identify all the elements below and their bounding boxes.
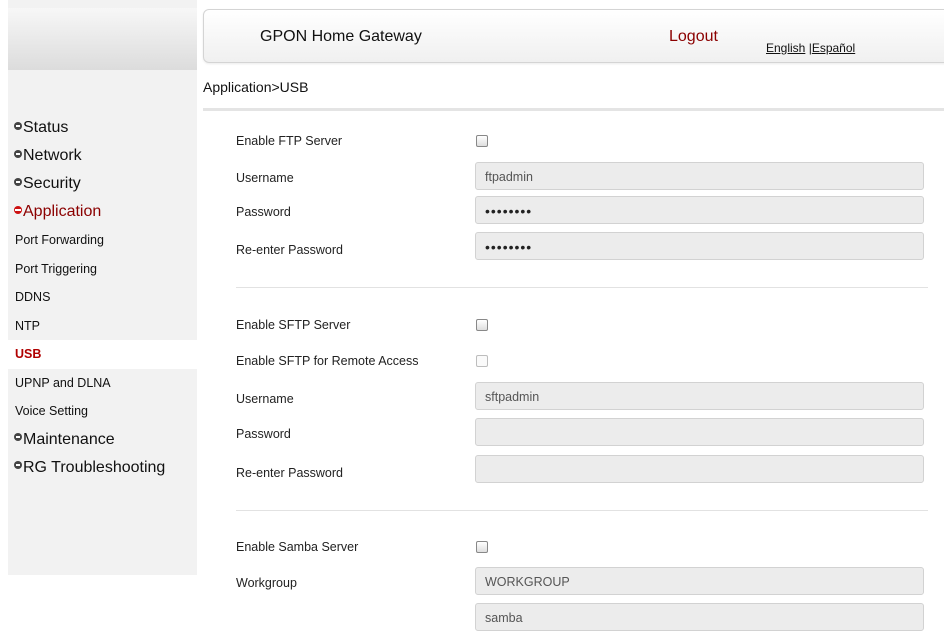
expand-plus-icon — [14, 149, 22, 158]
sftp-remote-checkbox[interactable] — [476, 355, 488, 367]
ftp-password-row: Password •••••••• — [236, 196, 944, 226]
nav-status[interactable]: Status — [8, 114, 197, 142]
lang-english-link[interactable]: English — [766, 41, 805, 55]
collapse-minus-icon — [14, 205, 22, 214]
ftp-username-row: Username ftpadmin — [236, 162, 944, 192]
ftp-username-label: Username — [236, 171, 294, 185]
lang-spanish-link[interactable]: Español — [812, 41, 855, 55]
nav-status-label: Status — [23, 119, 69, 136]
sftp-password-field[interactable] — [475, 418, 924, 446]
ftp-reenter-row: Re-enter Password •••••••• — [236, 232, 944, 262]
nav-voice-setting[interactable]: Voice Setting — [8, 397, 197, 426]
nav-security[interactable]: Security — [8, 170, 197, 198]
nav-usb[interactable]: USB — [8, 340, 197, 369]
expand-plus-icon — [14, 121, 22, 130]
samba-workgroup-field[interactable]: WORKGROUP — [475, 567, 924, 595]
section-divider — [236, 510, 928, 511]
nav-port-triggering[interactable]: Port Triggering — [8, 255, 197, 284]
expand-plus-icon — [14, 433, 22, 442]
sftp-enable-row: Enable SFTP Server — [236, 310, 944, 340]
nav-ddns[interactable]: DDNS — [8, 283, 197, 312]
samba-enable-row: Enable Samba Server — [236, 532, 944, 562]
app-title: GPON Home Gateway — [260, 28, 422, 45]
ftp-username-field[interactable]: ftpadmin — [475, 162, 924, 190]
expand-plus-icon — [14, 461, 22, 470]
language-switcher: English |Español — [766, 41, 855, 55]
breadcrumb-divider — [203, 108, 944, 111]
nav-network-label: Network — [23, 147, 82, 164]
nav-port-forwarding[interactable]: Port Forwarding — [8, 226, 197, 255]
sftp-username-label: Username — [236, 392, 294, 406]
sftp-username-field[interactable]: sftpadmin — [475, 382, 924, 410]
ftp-enable-row: Enable FTP Server — [236, 126, 944, 156]
nav-upnp-dlna[interactable]: UPNP and DLNA — [8, 369, 197, 398]
logout-link[interactable]: Logout — [669, 28, 718, 46]
nav-rg-troubleshooting-label: RG Troubleshooting — [23, 458, 166, 476]
top-header: GPON Home Gateway Logout English |Españo… — [203, 9, 944, 63]
sftp-enable-checkbox[interactable] — [476, 319, 488, 331]
ftp-reenter-label: Re-enter Password — [236, 243, 343, 257]
sftp-password-label: Password — [236, 427, 291, 441]
sftp-reenter-row: Re-enter Password — [236, 455, 944, 485]
sftp-username-row: Username sftpadmin — [236, 382, 944, 412]
samba-next-row: samba — [236, 603, 944, 633]
sidebar-header — [8, 8, 197, 70]
section-divider — [236, 287, 928, 288]
nav-maintenance-label: Maintenance — [23, 430, 115, 448]
nav-ntp[interactable]: NTP — [8, 312, 197, 341]
breadcrumb: Application>USB — [203, 79, 309, 95]
nav-menu: Status Network Security Application Port… — [8, 114, 197, 482]
nav-rg-troubleshooting[interactable]: RG Troubleshooting — [8, 454, 197, 482]
ftp-enable-checkbox[interactable] — [476, 135, 488, 147]
samba-enable-label: Enable Samba Server — [236, 540, 359, 554]
sftp-reenter-field[interactable] — [475, 455, 924, 483]
nav-application-label: Application — [23, 203, 102, 220]
sftp-reenter-label: Re-enter Password — [236, 466, 343, 480]
nav-network[interactable]: Network — [8, 142, 197, 170]
nav-security-label: Security — [23, 175, 81, 192]
ftp-reenter-field[interactable]: •••••••• — [475, 232, 924, 260]
nav-maintenance[interactable]: Maintenance — [8, 426, 197, 454]
ftp-password-label: Password — [236, 205, 291, 219]
ftp-enable-label: Enable FTP Server — [236, 134, 343, 148]
expand-plus-icon — [14, 177, 22, 186]
nav-application[interactable]: Application — [8, 198, 197, 226]
sftp-remote-row: Enable SFTP for Remote Access — [236, 346, 944, 376]
samba-enable-checkbox[interactable] — [476, 541, 488, 553]
samba-workgroup-label: Workgroup — [236, 576, 297, 590]
sftp-enable-label: Enable SFTP Server — [236, 318, 351, 332]
sidebar: Status Network Security Application Port… — [8, 0, 197, 575]
ftp-password-field[interactable]: •••••••• — [475, 196, 924, 224]
sftp-password-row: Password — [236, 418, 944, 448]
samba-workgroup-row: Workgroup WORKGROUP — [236, 567, 944, 597]
sftp-remote-label: Enable SFTP for Remote Access — [236, 354, 419, 368]
samba-next-field[interactable]: samba — [475, 603, 924, 631]
